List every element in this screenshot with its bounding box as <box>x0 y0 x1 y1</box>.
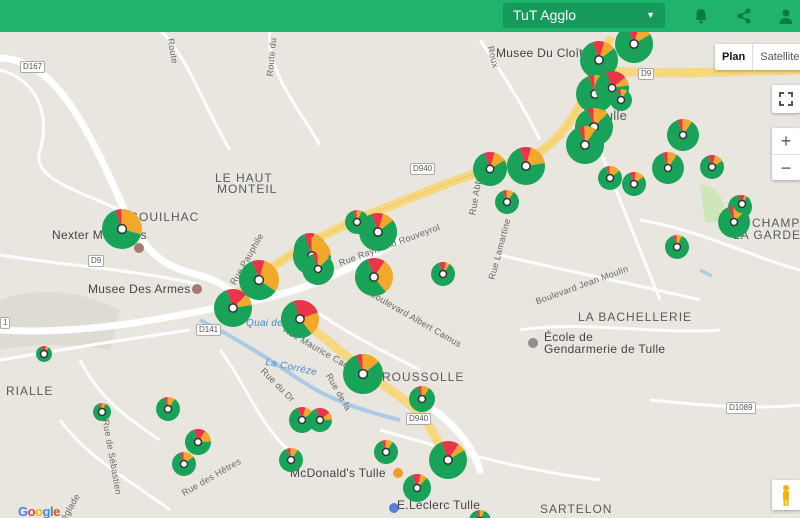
station-center-dot <box>616 95 626 105</box>
station-center-dot <box>580 140 590 150</box>
station-markers <box>35 32 752 518</box>
station-marker[interactable] <box>279 448 303 473</box>
station-center-dot <box>672 242 682 252</box>
station-center-dot <box>357 368 369 380</box>
station-center-dot <box>629 179 639 189</box>
station-center-dot <box>605 173 615 183</box>
station-center-dot <box>315 415 325 425</box>
station-marker[interactable] <box>35 346 52 362</box>
station-center-dot <box>163 404 173 414</box>
station-center-dot <box>381 447 391 457</box>
station-marker[interactable] <box>374 440 399 465</box>
station-marker[interactable] <box>185 429 212 455</box>
station-marker[interactable] <box>92 403 111 422</box>
fullscreen-icon <box>779 92 793 106</box>
station-center-dot <box>737 199 747 209</box>
station-center-dot <box>313 264 323 274</box>
station-center-dot <box>417 394 427 404</box>
station-center-dot <box>485 164 495 174</box>
network-select-value: TuT Agglo <box>513 7 577 23</box>
app: Musee Du Cloître Tulle LE HAUT MONTEIL S… <box>0 0 800 518</box>
station-marker[interactable] <box>431 262 456 287</box>
google-logo: Google <box>18 504 60 518</box>
station-marker[interactable] <box>732 194 751 213</box>
station-center-dot <box>97 407 107 417</box>
station-center-dot <box>412 483 422 493</box>
zoom-out-button[interactable]: − <box>772 154 800 180</box>
station-center-dot <box>228 303 238 313</box>
station-center-dot <box>193 437 203 447</box>
station-marker[interactable] <box>343 354 384 395</box>
station-center-dot <box>729 217 739 227</box>
station-marker[interactable] <box>354 258 393 297</box>
map-type-plan-button[interactable]: Plan <box>715 44 754 70</box>
station-center-dot <box>629 39 639 49</box>
station-marker[interactable] <box>172 452 197 477</box>
station-center-dot <box>678 130 688 140</box>
station-center-dot <box>607 83 617 93</box>
station-center-dot <box>352 217 362 227</box>
map-type-control: Plan Satellite <box>715 44 800 70</box>
station-marker[interactable] <box>597 165 622 191</box>
station-center-dot <box>594 55 604 65</box>
station-marker[interactable] <box>403 474 431 503</box>
station-marker[interactable] <box>507 147 546 185</box>
top-bar: TuT Agglo ▼ <box>0 0 800 32</box>
station-marker[interactable] <box>666 119 699 151</box>
station-marker[interactable] <box>408 386 435 413</box>
station-marker[interactable] <box>473 152 507 186</box>
station-center-dot <box>438 269 448 279</box>
station-marker[interactable] <box>651 152 684 184</box>
map-type-satellite-button[interactable]: Satellite <box>753 44 800 70</box>
station-marker[interactable] <box>428 441 468 480</box>
fullscreen-button[interactable] <box>772 85 800 113</box>
street-view-button[interactable] <box>772 480 800 510</box>
station-marker[interactable] <box>699 155 724 180</box>
network-select[interactable]: TuT Agglo ▼ <box>503 3 665 28</box>
bell-icon[interactable] <box>692 7 710 25</box>
station-center-dot <box>286 455 296 465</box>
station-marker[interactable] <box>615 32 653 63</box>
station-center-dot <box>373 227 383 237</box>
station-center-dot <box>502 197 512 207</box>
station-center-dot <box>253 274 265 286</box>
station-center-dot <box>663 163 673 173</box>
station-marker[interactable] <box>566 126 604 164</box>
station-marker[interactable] <box>280 300 319 339</box>
station-marker[interactable] <box>359 212 397 251</box>
station-center-dot <box>179 459 189 469</box>
station-center-dot <box>116 223 128 235</box>
station-marker[interactable] <box>610 89 632 112</box>
zoom-in-button[interactable]: + <box>772 128 800 154</box>
station-center-dot <box>297 415 307 425</box>
station-marker[interactable] <box>239 260 280 300</box>
pegman-icon <box>783 485 789 506</box>
zoom-control: + − <box>772 128 800 180</box>
station-center-dot <box>443 455 453 465</box>
share-icon[interactable] <box>735 7 753 25</box>
user-icon[interactable] <box>777 7 795 25</box>
station-center-dot <box>521 161 531 171</box>
station-marker[interactable] <box>102 209 143 249</box>
station-marker[interactable] <box>469 510 491 518</box>
station-center-dot <box>295 314 305 324</box>
chevron-down-icon: ▼ <box>646 10 655 20</box>
station-center-dot <box>707 162 717 172</box>
station-center-dot <box>39 349 49 359</box>
map[interactable]: Musee Du Cloître Tulle LE HAUT MONTEIL S… <box>0 32 800 518</box>
station-marker[interactable] <box>155 397 180 421</box>
station-marker[interactable] <box>308 408 332 433</box>
station-marker[interactable] <box>621 172 646 197</box>
station-marker[interactable] <box>302 253 335 285</box>
station-marker[interactable] <box>664 235 689 260</box>
station-marker[interactable] <box>495 190 519 214</box>
station-center-dot <box>369 272 379 282</box>
